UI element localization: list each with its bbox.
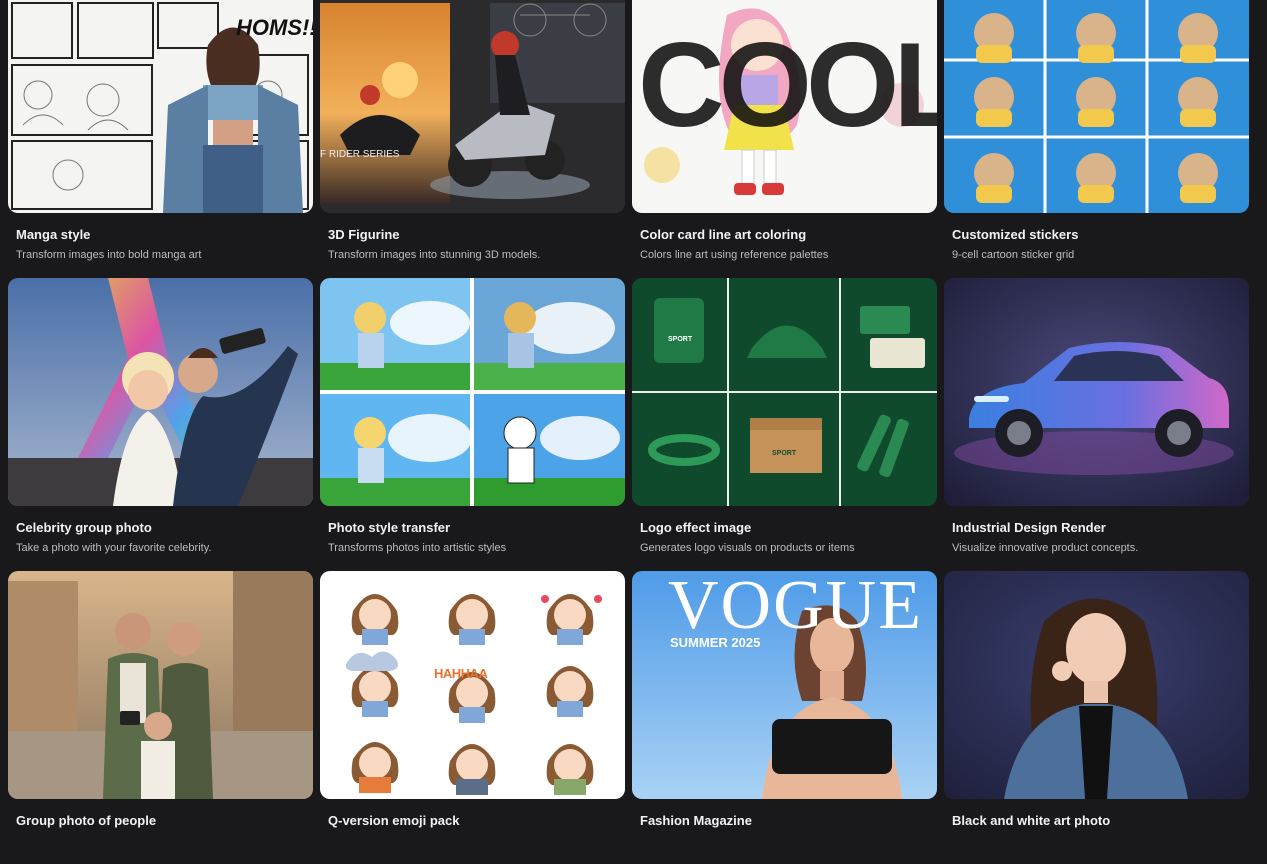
card-title: Q-version emoji pack <box>328 813 460 828</box>
style-transfer-image <box>320 278 625 506</box>
template-card-group-photo[interactable]: Group photo of people <box>8 571 313 864</box>
thumbnail-celebrity-photo <box>8 278 313 506</box>
template-card-emoji-pack[interactable]: HAHHAA Q-version emoji pack <box>320 571 625 864</box>
color-card-image <box>632 0 937 213</box>
template-card-3d-figurine[interactable]: F RIDER SERIES 3D Figurine Transform ima… <box>320 0 625 278</box>
emoji-pack-image <box>320 571 625 799</box>
thumbnail-group-photo <box>8 571 313 799</box>
thumbnail-3d-figurine: F RIDER SERIES <box>320 0 625 213</box>
card-description: Transform images into stunning 3D models… <box>328 249 541 261</box>
logo-effect-image <box>632 278 937 506</box>
template-card-celebrity-photo[interactable]: Celebrity group photo Take a photo with … <box>8 278 313 571</box>
template-card-industrial-design[interactable]: Industrial Design Render Visualize innov… <box>944 278 1249 571</box>
card-title: Customized stickers <box>952 227 1079 242</box>
thumbnail-logo-effect: SPORT SPORT <box>632 278 937 506</box>
card-title: Photo style transfer <box>328 520 451 535</box>
thumbnail-manga-style: HOMS!! <box>8 0 313 213</box>
template-card-style-transfer[interactable]: Photo style transfer Transforms photos i… <box>320 278 625 571</box>
card-title: Black and white art photo <box>952 813 1111 828</box>
card-title: Color card line art coloring <box>640 227 807 242</box>
template-card-logo-effect[interactable]: SPORT SPORT Logo effect image Generates … <box>632 278 937 571</box>
card-title: Celebrity group photo <box>16 520 152 535</box>
card-description: Take a photo with your favorite celebrit… <box>16 542 212 554</box>
thumbnail-style-transfer <box>320 278 625 506</box>
template-card-fashion-magazine[interactable]: VOGUE SUMMER 2025 Fashion Magazine <box>632 571 937 864</box>
thumbnail-fashion-magazine: VOGUE SUMMER 2025 <box>632 571 937 799</box>
template-card-custom-stickers[interactable]: Customized stickers 9-cell cartoon stick… <box>944 0 1249 278</box>
card-description: Transform images into bold manga art <box>16 249 202 261</box>
celebrity-photo-image <box>8 278 313 506</box>
card-title: 3D Figurine <box>328 227 400 242</box>
template-grid: HOMS!! Manga style Transform images into… <box>8 0 1249 864</box>
template-card-bw-art-photo[interactable]: Black and white art photo <box>944 571 1249 864</box>
group-photo-image <box>8 571 313 799</box>
card-title: Group photo of people <box>16 813 157 828</box>
bw-art-photo-image <box>944 571 1249 799</box>
card-title: Fashion Magazine <box>640 813 752 828</box>
fashion-magazine-image <box>632 571 937 799</box>
stickers-grid-image <box>944 0 1249 213</box>
thumbnail-custom-stickers <box>944 0 1249 213</box>
card-title: Logo effect image <box>640 520 752 535</box>
thumbnail-bw-art-photo <box>944 571 1249 799</box>
template-card-color-card[interactable]: COOL Color card line art coloring Colors… <box>632 0 937 278</box>
card-description: Visualize innovative product concepts. <box>952 542 1139 554</box>
card-title: Industrial Design Render <box>952 520 1106 535</box>
card-description: Colors line art using reference palettes <box>640 249 829 261</box>
card-description: 9-cell cartoon sticker grid <box>952 249 1075 261</box>
figurine-image <box>320 0 625 213</box>
card-title: Manga style <box>16 227 91 242</box>
thumbnail-emoji-pack: HAHHAA <box>320 571 625 799</box>
template-card-manga-style[interactable]: HOMS!! Manga style Transform images into… <box>8 0 313 278</box>
card-description: Transforms photos into artistic styles <box>328 542 507 554</box>
card-description: Generates logo visuals on products or it… <box>640 542 855 554</box>
thumbnail-industrial-design <box>944 278 1249 506</box>
manga-image <box>8 0 313 213</box>
industrial-design-image <box>944 278 1249 506</box>
thumbnail-color-card: COOL <box>632 0 937 213</box>
